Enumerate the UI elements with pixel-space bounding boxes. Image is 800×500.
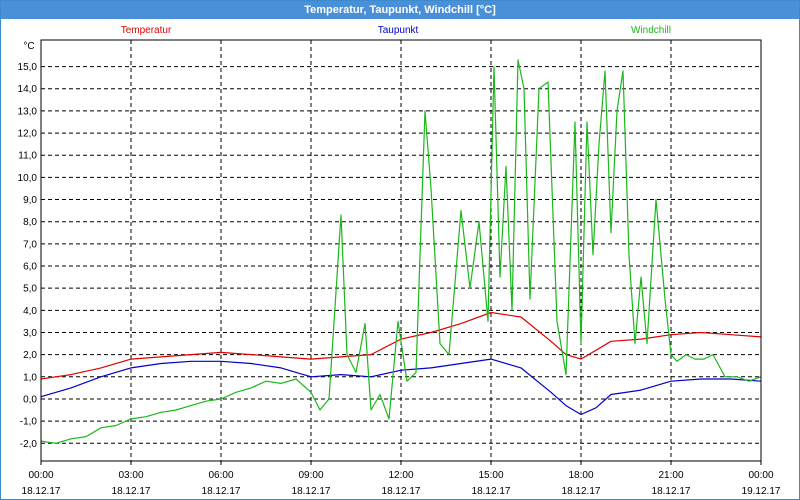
x-tick-time: 03:00 [118, 470, 143, 481]
x-tick-time: 18:00 [568, 470, 593, 481]
legend-layer: Temperatur Taupunkt Windchill [121, 25, 671, 36]
x-tick-date: 18.12.17 [652, 486, 691, 497]
y-tick-label: 2,0 [23, 350, 37, 361]
y-tick-label: 10,0 [18, 173, 38, 184]
x-tick-time: 00:00 [28, 470, 53, 481]
x-tick-date: 18.12.17 [202, 486, 241, 497]
x-tick-date: 18.12.17 [472, 486, 511, 497]
x-tick-date: 19.12.17 [742, 486, 781, 497]
y-tick-label: 14,0 [18, 84, 38, 95]
x-tick-date: 18.12.17 [562, 486, 601, 497]
y-tick-label: 7,0 [23, 239, 37, 250]
x-tick-time: 06:00 [208, 470, 233, 481]
y-tick-label: 9,0 [23, 195, 37, 206]
axis-layer: -2,0 -1,0 0,0 1,0 2,0 3,0 4,0 5,0 6,0 7,0 8,0 9,0 10… [18, 39, 781, 497]
y-tick-label: 0,0 [23, 394, 37, 405]
chart-svg: -2,0 -1,0 0,0 1,0 2,0 3,0 4,0 5,0 6,0 7,0 8,0 9,0 10… [18, 25, 781, 497]
legend-item-temperatur: Temperatur [121, 25, 172, 36]
x-tick-time: 09:00 [298, 470, 323, 481]
x-tick-time: 15:00 [478, 470, 503, 481]
y-tick-label: 8,0 [23, 217, 37, 228]
y-tick-label: 6,0 [23, 262, 37, 273]
x-tick-date: 18.12.17 [292, 486, 331, 497]
y-axis-unit-label: °C [23, 41, 34, 52]
x-tick-date: 18.12.17 [112, 486, 151, 497]
window-title: Temperatur, Taupunkt, Windchill [°C] [1, 1, 799, 19]
y-tick-label: -2,0 [20, 439, 38, 450]
y-tick-label: 11,0 [18, 151, 37, 162]
x-tick-date: 18.12.17 [382, 486, 421, 497]
y-tick-label: 3,0 [23, 328, 37, 339]
y-tick-label: 15,0 [18, 62, 38, 73]
y-tick-label: 4,0 [23, 306, 37, 317]
x-tick-time: 21:00 [658, 470, 683, 481]
y-tick-label: 1,0 [23, 372, 37, 383]
x-tick-time: 00:00 [748, 470, 773, 481]
y-tick-label: 5,0 [23, 284, 37, 295]
legend-item-windchill: Windchill [631, 25, 671, 36]
legend-item-taupunkt: Taupunkt [378, 25, 419, 36]
chart-window: Temperatur, Taupunkt, Windchill [°C] -2,… [0, 0, 800, 500]
y-tick-label: 13,0 [18, 106, 38, 117]
y-tick-label: -1,0 [20, 417, 38, 428]
y-tick-label: 12,0 [18, 129, 38, 140]
x-tick-date: 18.12.17 [22, 486, 61, 497]
x-tick-time: 12:00 [388, 470, 413, 481]
